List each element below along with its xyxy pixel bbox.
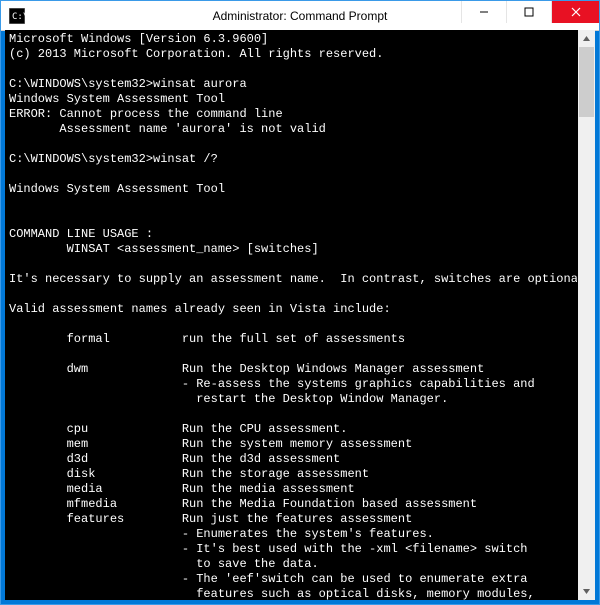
svg-text:C:\: C:\ [12, 12, 25, 22]
scroll-up-button[interactable] [578, 30, 595, 47]
maximize-button[interactable] [506, 1, 551, 23]
cmd-icon: C:\ [7, 6, 27, 26]
maximize-icon [524, 7, 534, 17]
console-output[interactable]: Microsoft Windows [Version 6.3.9600] (c)… [5, 30, 577, 600]
close-button[interactable] [551, 1, 599, 23]
scroll-down-button[interactable] [578, 583, 595, 600]
close-icon [571, 7, 581, 17]
minimize-icon [479, 7, 489, 17]
scroll-track[interactable] [578, 47, 595, 583]
chevron-down-icon [582, 587, 591, 596]
scroll-thumb[interactable] [579, 47, 594, 117]
minimize-button[interactable] [461, 1, 506, 23]
console-area: Microsoft Windows [Version 6.3.9600] (c)… [5, 30, 595, 600]
titlebar[interactable]: C:\ Administrator: Command Prompt [1, 1, 599, 31]
window-controls [461, 1, 599, 30]
chevron-up-icon [582, 34, 591, 43]
vertical-scrollbar[interactable] [578, 30, 595, 600]
